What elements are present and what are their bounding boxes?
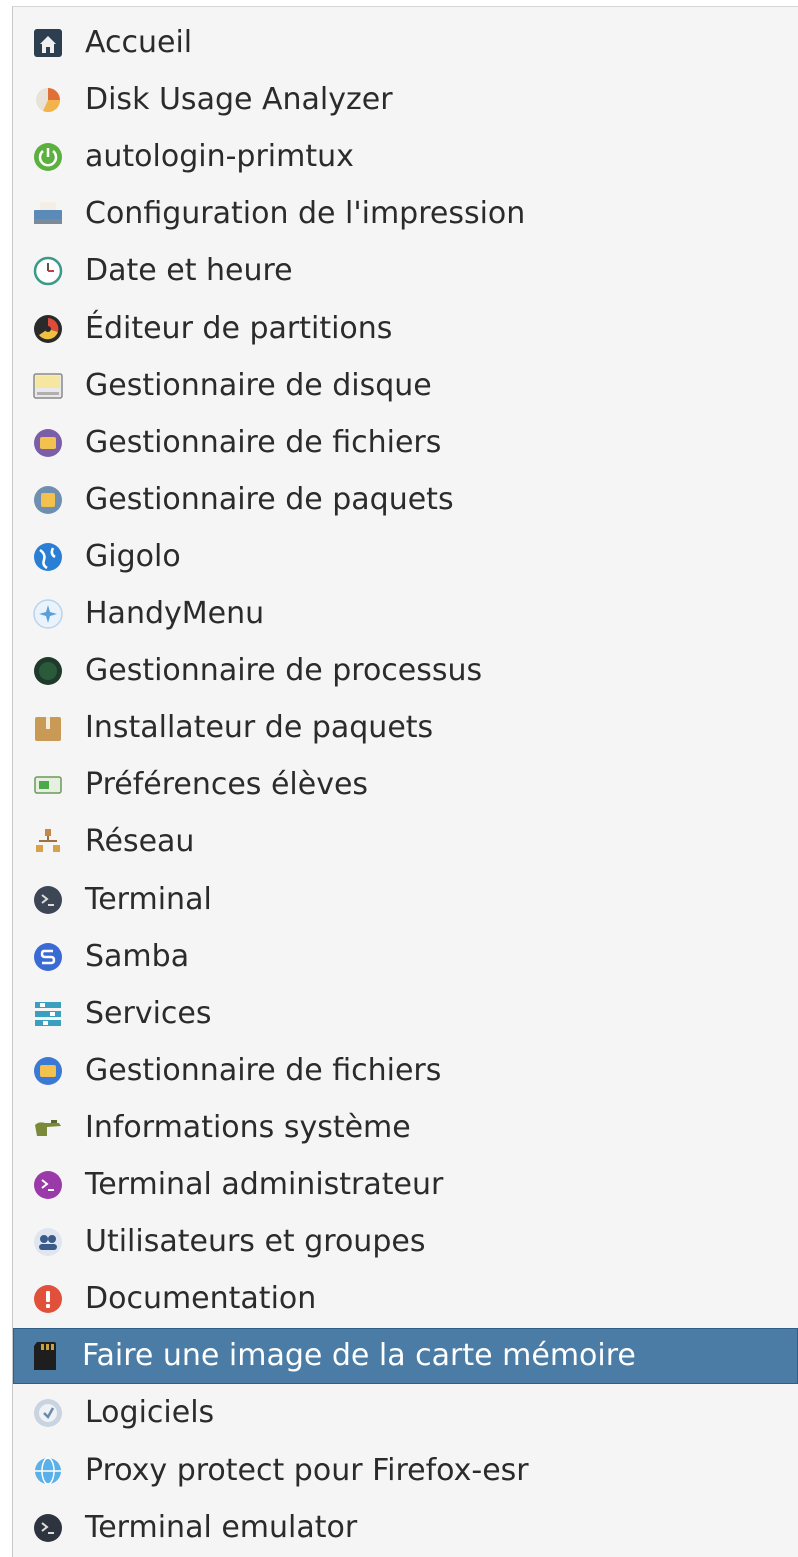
samba-icon	[31, 940, 65, 974]
network-icon	[31, 825, 65, 859]
menu-item[interactable]: Terminal emulator	[17, 1500, 798, 1556]
menu-item-label: Terminal administrateur	[85, 1167, 444, 1202]
menu-item[interactable]: Accueil	[17, 15, 798, 71]
printer-icon	[31, 197, 65, 231]
globe-icon	[31, 540, 65, 574]
handymenu-icon	[31, 597, 65, 631]
menu-item[interactable]: HandyMenu	[17, 586, 798, 642]
documentation-icon	[31, 1282, 65, 1316]
menu-item-label: Disk Usage Analyzer	[85, 82, 393, 118]
menu-item[interactable]: Informations système	[17, 1100, 798, 1156]
services-icon	[31, 997, 65, 1031]
process-manager-icon	[31, 654, 65, 688]
menu-item[interactable]: Gestionnaire de paquets	[17, 472, 798, 528]
menu-item-label: Gestionnaire de paquets	[85, 481, 454, 517]
menu-item-label: Informations système	[85, 1109, 411, 1145]
menu-item-label: Éditeur de partitions	[85, 310, 393, 346]
menu-item-label: Services	[85, 995, 212, 1031]
file-manager-icon	[31, 426, 65, 460]
menu-item[interactable]: Réseau	[17, 814, 798, 870]
menu-item-label: Proxy protect pour Firefox-esr	[85, 1452, 529, 1488]
menu-item[interactable]: Disk Usage Analyzer	[17, 72, 798, 128]
clock-icon	[31, 254, 65, 288]
menu-item[interactable]: Faire une image de la carte mémoire	[13, 1328, 798, 1385]
menu-item-label: Configuration de l'impression	[85, 196, 526, 232]
home-icon	[31, 26, 65, 60]
menu-item-label: Gestionnaire de processus	[85, 653, 483, 689]
menu-item-label: Terminal	[85, 881, 212, 917]
menu-item[interactable]: Gestionnaire de fichiers	[17, 1043, 798, 1099]
menu-item-label: Samba	[85, 938, 190, 974]
menu-item-label: Logiciels	[85, 1395, 215, 1431]
menu-item[interactable]: Préférences élèves	[17, 757, 798, 813]
menu-item-label: Accueil	[85, 25, 193, 60]
menu-item[interactable]: Terminal	[17, 872, 798, 928]
partition-editor-icon	[31, 312, 65, 346]
menu-item-label: Gigolo	[85, 538, 181, 574]
power-icon	[31, 140, 65, 174]
menu-item[interactable]: Gestionnaire de fichiers	[17, 415, 798, 471]
menu-item[interactable]: Proxy protect pour Firefox-esr	[17, 1443, 798, 1499]
menu-item[interactable]: autologin-primtux	[17, 129, 798, 185]
menu-item-label: Date et heure	[85, 253, 293, 289]
menu-item[interactable]: Samba	[17, 929, 798, 985]
terminal-emulator-icon	[31, 1511, 65, 1545]
menu-item-label: Utilisateurs et groupes	[85, 1224, 426, 1260]
application-menu: Accueil Disk Usage Analyzer autologin-prim…	[12, 6, 798, 1557]
proxy-globe-icon	[31, 1454, 65, 1488]
menu-item-label: Installateur de paquets	[85, 710, 434, 746]
menu-item-label: Gestionnaire de fichiers	[85, 424, 442, 460]
users-groups-icon	[31, 1225, 65, 1259]
disk-usage-icon	[31, 83, 65, 117]
menu-item[interactable]: Utilisateurs et groupes	[17, 1214, 798, 1270]
menu-item-label: Gestionnaire de disque	[85, 367, 432, 403]
menu-item-label: Réseau	[85, 824, 195, 860]
menu-item[interactable]: Documentation	[17, 1271, 798, 1327]
menu-item-label: Terminal emulator	[85, 1509, 358, 1545]
menu-item[interactable]: Services	[17, 986, 798, 1042]
software-icon	[31, 1396, 65, 1430]
menu-item[interactable]: Gestionnaire de processus	[17, 643, 798, 699]
package-box-icon	[31, 711, 65, 745]
menu-item[interactable]: Gigolo	[17, 529, 798, 585]
menu-item[interactable]: Éditeur de partitions	[17, 301, 798, 357]
menu-item-label: Documentation	[85, 1281, 317, 1317]
admin-terminal-icon	[31, 1168, 65, 1202]
menu-item[interactable]: Logiciels	[17, 1385, 798, 1441]
menu-item-label: autologin-primtux	[85, 139, 354, 175]
menu-item-label: HandyMenu	[85, 596, 265, 631]
menu-item[interactable]: Installateur de paquets	[17, 700, 798, 756]
package-manager-icon	[31, 483, 65, 517]
menu-item[interactable]: Terminal administrateur	[17, 1157, 798, 1213]
file-manager-blue-icon	[31, 1054, 65, 1088]
menu-item-label: Gestionnaire de fichiers	[85, 1052, 442, 1088]
disk-manager-icon	[31, 369, 65, 403]
menu-item[interactable]: Gestionnaire de disque	[17, 358, 798, 414]
menu-item-label: Préférences élèves	[85, 767, 369, 803]
terminal-icon	[31, 883, 65, 917]
preferences-icon	[31, 768, 65, 802]
menu-item[interactable]: Date et heure	[17, 243, 798, 299]
sd-card-icon	[28, 1339, 62, 1373]
system-info-icon	[31, 1111, 65, 1145]
menu-item[interactable]: Configuration de l'impression	[17, 186, 798, 242]
menu-item-label: Faire une image de la carte mémoire	[82, 1338, 636, 1374]
